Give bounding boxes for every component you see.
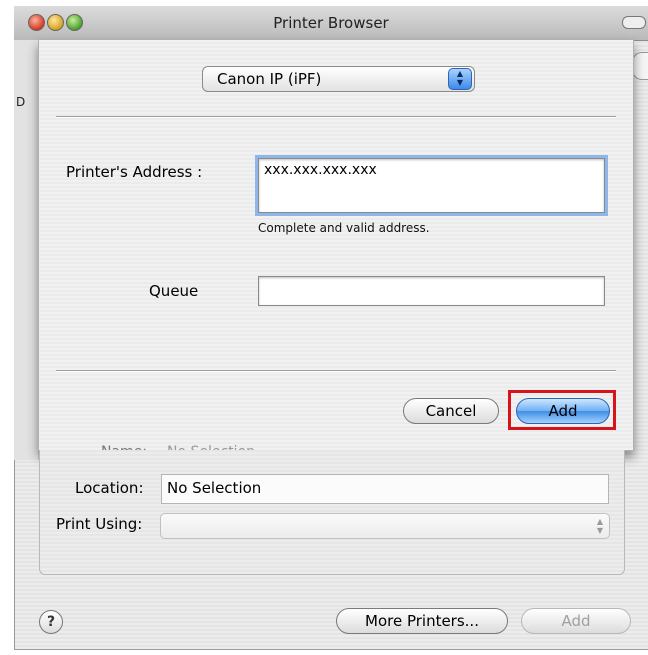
popup-arrows-icon: ▲ ▼ — [448, 68, 472, 90]
window-title: Printer Browser — [273, 14, 389, 32]
printer-address-value: xxx.xxx.xxx.xxx — [264, 162, 377, 178]
protocol-popup[interactable]: Canon IP (iPF) ▲ ▼ — [202, 66, 475, 92]
add-printer-button[interactable]: Add — [521, 608, 631, 634]
bottom-separator — [56, 370, 616, 372]
cancel-button[interactable]: Cancel — [403, 398, 499, 424]
print-using-label: Print Using: — [56, 515, 143, 533]
help-button[interactable]: ? — [39, 610, 63, 634]
title-bar[interactable]: Printer Browser — [14, 6, 648, 41]
add-button-highlight — [508, 390, 616, 430]
top-separator — [56, 116, 616, 118]
printer-address-label: Printer's Address : — [66, 163, 203, 181]
printer-address-field[interactable]: xxx.xxx.xxx.xxx — [255, 155, 608, 216]
more-printers-button[interactable]: More Printers... — [336, 608, 508, 634]
ip-printer-sheet: Canon IP (iPF) ▲ ▼ Printer's Address : xx… — [38, 40, 634, 451]
address-validation-hint: Complete and valid address. — [258, 221, 430, 235]
location-field[interactable]: No Selection — [161, 474, 609, 504]
popup-arrows-icon: ▲ ▼ — [596, 517, 603, 535]
location-value: No Selection — [167, 479, 262, 497]
location-label: Location: — [75, 479, 144, 497]
background-tab-fragment: D — [16, 95, 26, 109]
queue-field[interactable] — [258, 276, 605, 306]
queue-label: Queue — [149, 282, 199, 300]
background-search-field-edge — [632, 52, 648, 80]
toolbar-toggle-button[interactable] — [622, 16, 646, 29]
protocol-popup-value: Canon IP (iPF) — [217, 70, 322, 88]
print-using-popup[interactable]: ▲ ▼ — [160, 513, 610, 539]
